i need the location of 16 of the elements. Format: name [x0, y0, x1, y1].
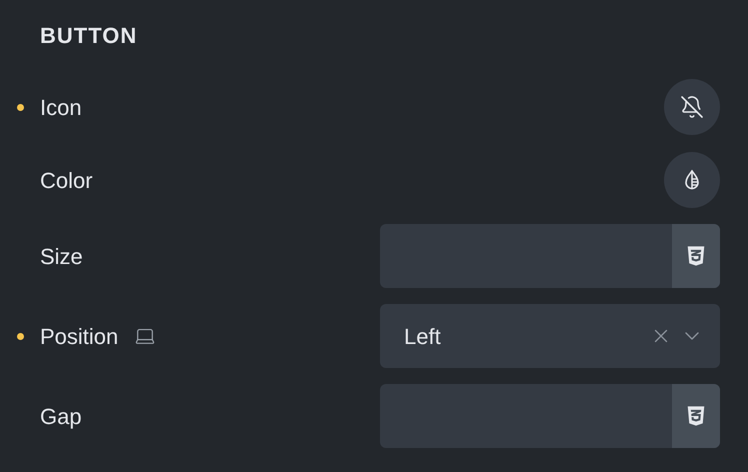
field-label: Size: [40, 242, 83, 270]
field-label: Gap: [40, 402, 82, 431]
css-icon: [685, 245, 707, 267]
number-field[interactable]: [380, 384, 720, 448]
css-button[interactable]: [672, 384, 720, 448]
css-button[interactable]: [672, 224, 720, 288]
select-value: Left: [404, 322, 442, 350]
bell-off-icon: [680, 95, 704, 119]
droplet-icon: [682, 169, 702, 191]
select-field[interactable]: Left: [380, 304, 720, 368]
number-field[interactable]: [380, 224, 720, 288]
section-title: BUTTON: [40, 22, 138, 50]
field-label: Color: [40, 166, 93, 194]
css-icon: [685, 405, 707, 427]
field-label: Position: [40, 322, 118, 350]
field-label: Icon: [40, 94, 82, 122]
